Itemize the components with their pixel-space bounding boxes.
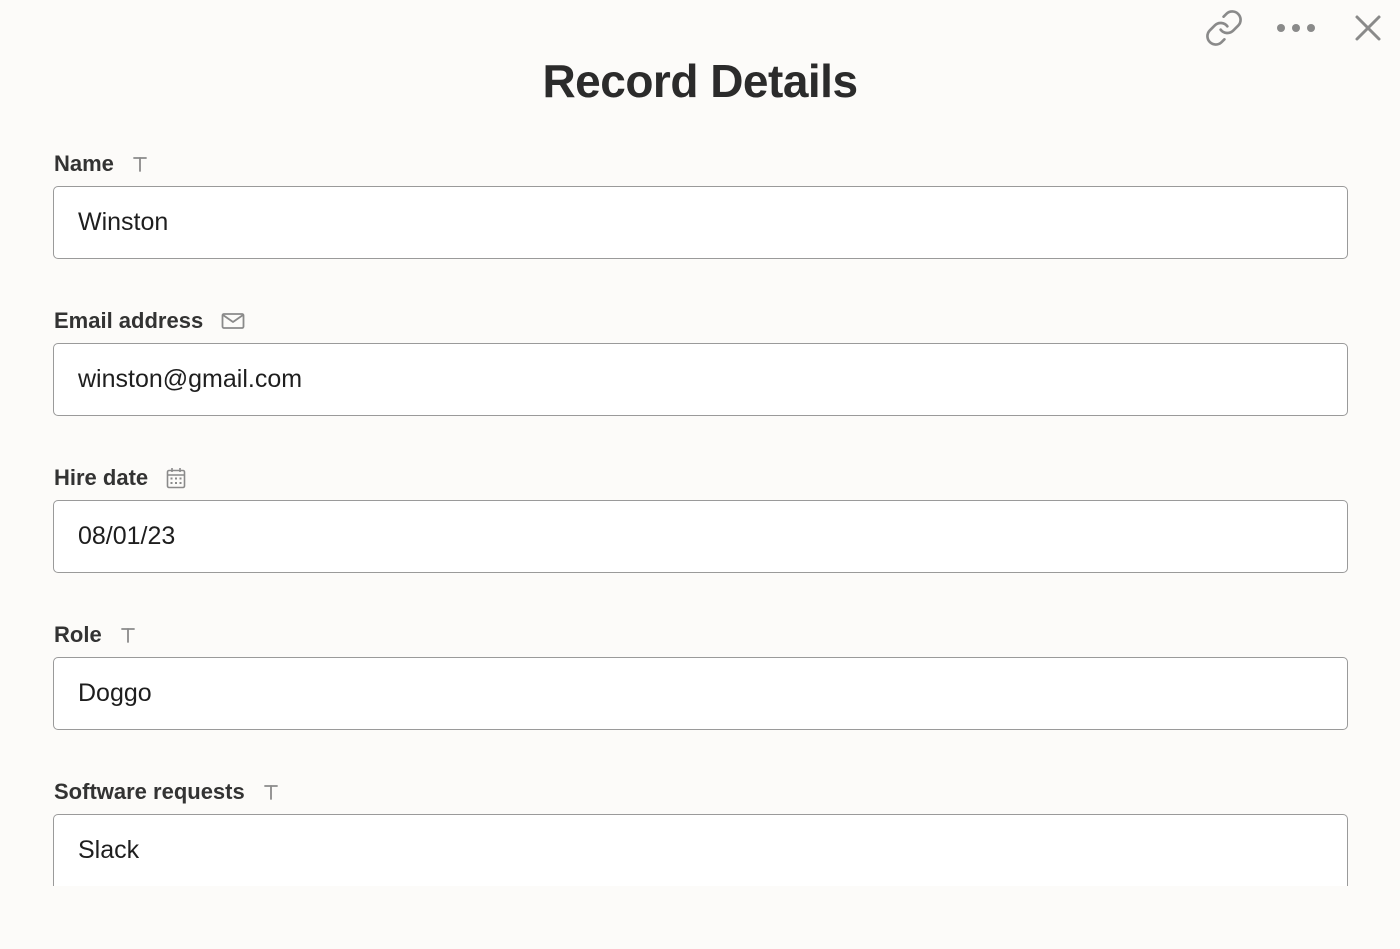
field-hire-date: Hire date: [53, 464, 1348, 573]
copy-link-button[interactable]: [1200, 6, 1248, 50]
name-input[interactable]: [53, 186, 1348, 259]
role-input[interactable]: [53, 657, 1348, 730]
field-email-address: Email address: [53, 307, 1348, 416]
field-label-row: Email address: [54, 307, 1348, 335]
more-horizontal-icon: [1276, 22, 1316, 34]
field-label: Email address: [54, 308, 204, 333]
email-input[interactable]: [53, 343, 1348, 416]
more-options-button[interactable]: [1272, 6, 1320, 50]
page-title: Record Details: [542, 55, 858, 107]
link-icon: [1204, 8, 1244, 48]
software-requests-input[interactable]: [53, 814, 1348, 886]
field-label: Role: [54, 622, 102, 647]
field-label: Name: [54, 151, 114, 176]
field-label: Software requests: [54, 779, 245, 804]
field-role: Role: [53, 621, 1348, 730]
header-toolbar: [1176, 6, 1392, 50]
text-type-icon: [132, 155, 148, 173]
field-label-row: Software requests: [54, 778, 1348, 806]
field-label: Hire date: [54, 465, 149, 490]
text-type-icon: [263, 783, 279, 801]
field-label-row: Hire date: [54, 464, 1348, 492]
email-type-icon: [221, 312, 245, 330]
text-type-icon: [120, 626, 136, 644]
field-label-row: Name: [54, 150, 1348, 178]
hire-date-input[interactable]: [53, 500, 1348, 573]
field-label-row: Role: [54, 621, 1348, 649]
calendar-type-icon: [166, 467, 186, 489]
field-software-requests: Software requests: [53, 778, 1348, 886]
field-name: Name: [53, 150, 1348, 259]
close-icon: [1354, 14, 1382, 42]
close-button[interactable]: [1344, 6, 1392, 50]
